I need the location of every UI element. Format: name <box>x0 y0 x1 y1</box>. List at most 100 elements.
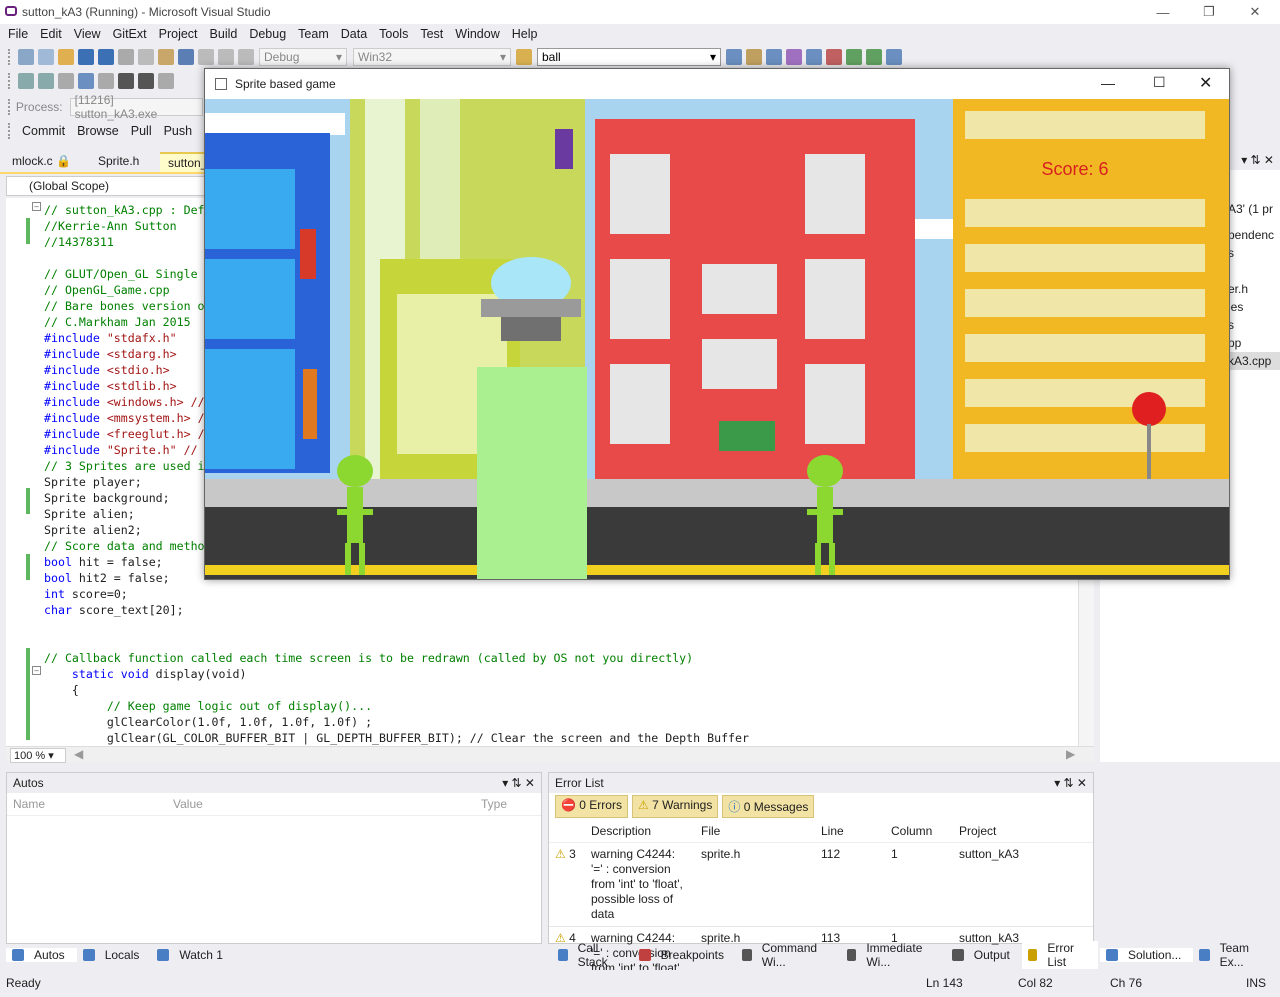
menu-window[interactable]: Window <box>449 27 505 41</box>
paste-icon[interactable] <box>158 49 174 65</box>
indent-icon[interactable] <box>98 73 114 89</box>
column-type[interactable]: Type <box>475 793 541 816</box>
toolbar-tool-icon[interactable] <box>846 49 862 65</box>
editor-tool-icon[interactable] <box>58 73 74 89</box>
menu-build[interactable]: Build <box>204 27 244 41</box>
column-line[interactable]: Line <box>815 820 885 843</box>
game-canvas[interactable]: Score: 6 <box>205 99 1229 579</box>
close-button[interactable]: ✕ <box>1232 0 1278 24</box>
commit-button[interactable]: Commit <box>22 124 65 138</box>
column-project[interactable]: Project <box>953 820 1093 843</box>
scroll-left-icon[interactable]: ◀ <box>74 747 83 761</box>
menu-project[interactable]: Project <box>153 27 204 41</box>
column-description[interactable]: Description <box>585 820 695 843</box>
tab-autos[interactable]: Autos <box>6 948 77 962</box>
tab-command-window[interactable]: Command Wi... <box>736 941 841 969</box>
toolbar-tool-icon[interactable] <box>826 49 842 65</box>
warnings-filter-button[interactable]: ⚠ 7 Warnings <box>631 795 719 818</box>
tree-item[interactable]: kA3.cpp <box>1228 352 1280 370</box>
menu-help[interactable]: Help <box>506 27 544 41</box>
minimize-button[interactable]: — <box>1101 75 1115 91</box>
tab-immediate-window[interactable]: Immediate Wi... <box>841 941 946 969</box>
column-column[interactable]: Column <box>885 820 953 843</box>
tab-mlock[interactable]: mlock.c 🔒 <box>4 152 79 172</box>
menu-edit[interactable]: Edit <box>34 27 68 41</box>
toolbar-tool-icon[interactable] <box>806 49 822 65</box>
panel-controls[interactable]: ▾ ⇅ ✕ <box>1241 153 1274 167</box>
menu-tools[interactable]: Tools <box>373 27 414 41</box>
uncomment-icon[interactable] <box>138 73 154 89</box>
add-item-icon[interactable] <box>38 49 54 65</box>
collapse-toggle[interactable]: – <box>32 202 41 211</box>
new-project-icon[interactable] <box>18 49 34 65</box>
toolbar-tool-icon[interactable] <box>766 49 782 65</box>
start-icon[interactable] <box>238 49 254 65</box>
scroll-right-icon[interactable]: ▶ <box>1066 747 1075 761</box>
menu-team[interactable]: Team <box>292 27 335 41</box>
tab-team-explorer[interactable]: Team Ex... <box>1193 941 1280 969</box>
editor-tool-icon[interactable] <box>78 73 94 89</box>
table-row[interactable]: ⚠ 3 warning C4244: '=' : conversion from… <box>549 842 1093 927</box>
tree-item[interactable]: les <box>1228 298 1280 316</box>
save-icon[interactable] <box>78 49 94 65</box>
find-in-files-icon[interactable] <box>516 49 532 65</box>
push-button[interactable]: Push <box>164 124 193 138</box>
toolbar-tool-icon[interactable] <box>886 49 902 65</box>
menu-test[interactable]: Test <box>414 27 449 41</box>
tree-item[interactable]: pp <box>1228 334 1280 352</box>
tab-locals[interactable]: Locals <box>77 948 152 962</box>
panel-controls[interactable]: ▾ ⇅ ✕ <box>1054 776 1087 790</box>
editor-tool-icon[interactable] <box>38 73 54 89</box>
tree-item[interactable]: er.h <box>1228 280 1280 298</box>
cut-icon[interactable] <box>118 49 134 65</box>
scope-dropdown[interactable]: (Global Scope) <box>6 176 206 196</box>
restore-button[interactable]: ❐ <box>1186 0 1232 24</box>
game-window[interactable]: Sprite based game — ☐ ✕ Score: 6 <box>204 68 1230 580</box>
browse-button[interactable]: Browse <box>77 124 119 138</box>
editor-horizontal-scrollbar[interactable]: 100 % ▾ ◀ ▶ <box>6 746 1094 763</box>
tree-item[interactable]: pendenc <box>1228 226 1280 244</box>
minimize-button[interactable]: — <box>1140 0 1186 24</box>
messages-filter-button[interactable]: ⓘ 0 Messages <box>722 795 815 818</box>
maximize-button[interactable]: ☐ <box>1153 74 1166 91</box>
menu-file[interactable]: File <box>2 27 34 41</box>
navigate-icon[interactable] <box>218 49 234 65</box>
column-value[interactable]: Value <box>167 793 475 816</box>
collapse-toggle[interactable]: – <box>32 666 41 675</box>
find-combo[interactable]: ball ▾ <box>537 48 721 66</box>
platform-select[interactable]: Win32 ▾ <box>353 48 511 66</box>
tab-breakpoints[interactable]: Breakpoints <box>633 948 736 962</box>
close-button[interactable]: ✕ <box>1199 73 1212 93</box>
zoom-select[interactable]: 100 % ▾ <box>10 748 66 763</box>
toolbar-tool-icon[interactable] <box>726 49 742 65</box>
comment-icon[interactable] <box>118 73 134 89</box>
undo-icon[interactable] <box>178 49 194 65</box>
menu-data[interactable]: Data <box>335 27 373 41</box>
column-name[interactable]: Name <box>7 793 167 816</box>
tree-item[interactable]: A3' (1 pr <box>1228 200 1280 218</box>
tab-call-stack[interactable]: Call Stack <box>552 941 633 969</box>
save-all-icon[interactable] <box>98 49 114 65</box>
tab-watch-1[interactable]: Watch 1 <box>151 948 235 962</box>
tree-item[interactable]: s <box>1228 244 1280 262</box>
tab-solution-explorer[interactable]: Solution... <box>1100 948 1194 962</box>
tab-output[interactable]: Output <box>946 948 1022 962</box>
toolbar-tool-icon[interactable] <box>786 49 802 65</box>
copy-icon[interactable] <box>138 49 154 65</box>
editor-tool-icon[interactable] <box>18 73 34 89</box>
toolbar-tool-icon[interactable] <box>866 49 882 65</box>
tab-sprite-h[interactable]: Sprite.h <box>90 152 147 172</box>
open-folder-icon[interactable] <box>58 49 74 65</box>
tree-item[interactable]: s <box>1228 316 1280 334</box>
pull-button[interactable]: Pull <box>131 124 152 138</box>
toolbar-tool-icon[interactable] <box>746 49 762 65</box>
menu-debug[interactable]: Debug <box>243 27 292 41</box>
errors-filter-button[interactable]: ⛔ 0 Errors <box>555 795 628 818</box>
panel-controls[interactable]: ▾ ⇅ ✕ <box>502 776 535 790</box>
menu-gitext[interactable]: GitExt <box>107 27 153 41</box>
menu-view[interactable]: View <box>68 27 107 41</box>
bookmark-icon[interactable] <box>158 73 174 89</box>
tab-error-list[interactable]: Error List <box>1021 941 1098 969</box>
column-file[interactable]: File <box>695 820 815 843</box>
process-select[interactable]: [11216] sutton_kA3.exe <box>69 93 203 121</box>
